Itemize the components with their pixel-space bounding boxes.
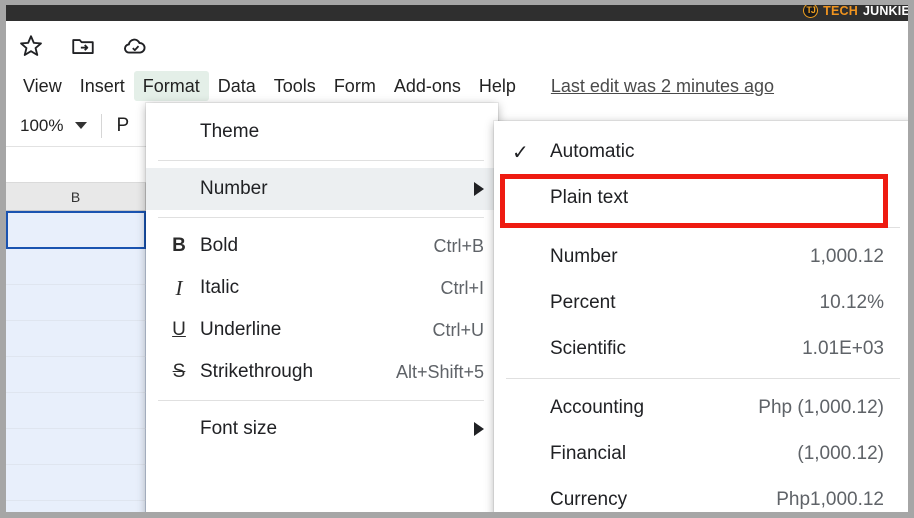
cell-b8[interactable]: [6, 465, 146, 501]
zoom-control[interactable]: 100%: [20, 116, 87, 136]
cell-b4[interactable]: [6, 321, 146, 357]
format-menu-shortcut: Ctrl+I: [440, 278, 484, 299]
move-to-folder-icon[interactable]: [68, 31, 98, 61]
format-menu-item-italic[interactable]: I Italic Ctrl+I: [146, 267, 498, 309]
zoom-level-label: 100%: [20, 116, 63, 136]
format-menu-shortcut: Ctrl+B: [433, 236, 484, 257]
number-format-sample: 1,000.12: [810, 246, 884, 268]
number-format-scientific[interactable]: Scientific 1.01E+03: [494, 326, 914, 372]
chevron-down-icon: [75, 122, 87, 129]
number-format-label: Number: [550, 246, 810, 268]
currency-format-button[interactable]: P: [116, 115, 129, 137]
strikethrough-icon: S: [158, 361, 200, 383]
cell-b5[interactable]: [6, 357, 146, 393]
number-format-sample: 10.12%: [820, 292, 884, 314]
format-menu-item-theme[interactable]: Theme: [146, 111, 498, 153]
number-format-label: Currency: [550, 489, 776, 511]
menu-bar: View Insert Format Data Tools Form Add-o…: [6, 69, 908, 103]
menu-tools[interactable]: Tools: [265, 71, 325, 101]
number-format-plain-text[interactable]: Plain text: [494, 175, 914, 221]
format-menu-item-underline[interactable]: U Underline Ctrl+U: [146, 309, 498, 351]
menu-view[interactable]: View: [14, 71, 71, 101]
cloud-saved-icon[interactable]: [120, 31, 150, 61]
format-menu-shortcut: Alt+Shift+5: [396, 362, 484, 383]
format-dropdown-menu: Theme Number B Bold Ctrl+B I Italic Ctrl…: [146, 103, 498, 518]
bold-icon: B: [158, 235, 200, 257]
check-icon: ✓: [506, 140, 550, 165]
number-format-percent[interactable]: Percent 10.12%: [494, 280, 914, 326]
column-header-b[interactable]: B: [6, 183, 146, 211]
number-format-label: Financial: [550, 443, 797, 465]
number-format-currency[interactable]: Currency Php1,000.12: [494, 477, 914, 518]
cell-b9[interactable]: [6, 501, 146, 518]
format-menu-item-number[interactable]: Number: [146, 168, 498, 210]
format-menu-label: Italic: [200, 277, 422, 299]
format-menu-label: Strikethrough: [200, 361, 378, 383]
number-format-number[interactable]: Number 1,000.12: [494, 234, 914, 280]
menu-divider: [158, 160, 484, 161]
menu-format[interactable]: Format: [134, 71, 209, 101]
number-format-sample: Php (1,000.12): [758, 397, 884, 419]
cell-b6[interactable]: [6, 393, 146, 429]
last-edit-status[interactable]: Last edit was 2 minutes ago: [551, 76, 774, 97]
number-format-label: Accounting: [550, 397, 758, 419]
menu-help[interactable]: Help: [470, 71, 525, 101]
italic-icon: I: [158, 276, 200, 301]
number-format-accounting[interactable]: Accounting Php (1,000.12): [494, 385, 914, 431]
format-menu-label: Bold: [200, 235, 415, 257]
cell-b3[interactable]: [6, 285, 146, 321]
format-menu-label: Theme: [200, 121, 484, 143]
number-format-sample: Php1,000.12: [776, 489, 884, 511]
number-format-label: Percent: [550, 292, 820, 314]
format-menu-item-bold[interactable]: B Bold Ctrl+B: [146, 225, 498, 267]
format-menu-item-font-size[interactable]: Font size: [146, 408, 498, 450]
submenu-arrow-icon: [474, 182, 484, 196]
logo-text-junkie: JUNKIE: [863, 4, 910, 18]
menu-data[interactable]: Data: [209, 71, 265, 101]
format-menu-label: Font size: [200, 418, 460, 440]
submenu-divider: [506, 227, 900, 228]
format-menu-label: Number: [200, 178, 460, 200]
number-format-label: Scientific: [550, 338, 802, 360]
number-format-label: Plain text: [550, 187, 884, 209]
submenu-divider: [506, 378, 900, 379]
number-format-sample: 1.01E+03: [802, 338, 884, 360]
menu-form[interactable]: Form: [325, 71, 385, 101]
format-menu-item-strikethrough[interactable]: S Strikethrough Alt+Shift+5: [146, 351, 498, 393]
column-b-cells: [6, 211, 146, 518]
cell-b2[interactable]: [6, 249, 146, 285]
screenshot-frame: TJ TECH JUNKIE View Insert Format Data To…: [0, 0, 914, 518]
number-format-sample: (1,000.12): [797, 443, 884, 465]
toolbar-divider: [101, 114, 102, 138]
menu-add-ons[interactable]: Add-ons: [385, 71, 470, 101]
underline-icon: U: [158, 319, 200, 341]
format-menu-label: Underline: [200, 319, 414, 341]
menu-divider: [158, 217, 484, 218]
spreadsheet-app: View Insert Format Data Tools Form Add-o…: [6, 21, 908, 512]
number-format-automatic[interactable]: ✓ Automatic: [494, 129, 914, 175]
menu-insert[interactable]: Insert: [71, 71, 134, 101]
branding-bar: TJ TECH JUNKIE: [0, 0, 914, 21]
number-format-label: Automatic: [550, 141, 884, 163]
techjunkie-logo: TJ TECH JUNKIE: [803, 3, 910, 18]
number-format-submenu: ✓ Automatic Plain text Number 1,000.12 P…: [494, 121, 914, 518]
cell-b7[interactable]: [6, 429, 146, 465]
quick-action-icons: [16, 27, 150, 65]
tj-monogram-icon: TJ: [803, 3, 818, 18]
logo-text-tech: TECH: [823, 4, 858, 18]
star-icon[interactable]: [16, 31, 46, 61]
format-menu-shortcut: Ctrl+U: [432, 320, 484, 341]
cell-b1-selected[interactable]: [6, 211, 146, 249]
number-format-financial[interactable]: Financial (1,000.12): [494, 431, 914, 477]
menu-divider: [158, 400, 484, 401]
submenu-arrow-icon: [474, 422, 484, 436]
